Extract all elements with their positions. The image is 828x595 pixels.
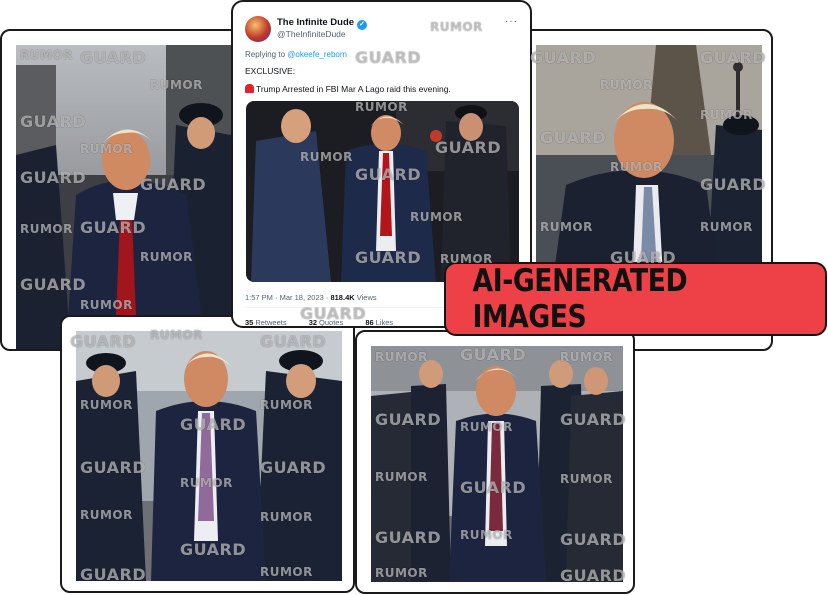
tweet-header: The Infinite Dude ✓ @TheInfiniteDude ··· <box>245 14 518 44</box>
views-label: Views <box>354 293 377 302</box>
image-card-bottom-right <box>355 330 635 594</box>
ai-generated-images-label: AI-GENERATED IMAGES <box>444 262 827 336</box>
image-card-bottom-left <box>60 315 355 593</box>
verified-badge-icon: ✓ <box>357 20 368 30</box>
reply-mention-link[interactable]: @okeefe_reborn <box>287 50 347 59</box>
timestamp-text[interactable]: 1:57 PM · Mar 18, 2023 · <box>245 293 330 302</box>
quotes-stat[interactable]: 32 Quotes <box>309 318 354 326</box>
ai-image-escort-crowd <box>371 346 623 582</box>
likes-stat[interactable]: 86 Likes <box>365 318 403 326</box>
image-card-top-left <box>0 29 240 351</box>
views-count: 818.4K <box>330 293 355 302</box>
more-options-icon[interactable]: ··· <box>505 16 518 27</box>
ai-image-arrest-walk <box>16 45 236 349</box>
tweet-text-headline: Trump Arrested in FBI Mar A Lago raid th… <box>256 84 451 94</box>
tweet-text-line2: Trump Arrested in FBI Mar A Lago raid th… <box>245 84 451 94</box>
ai-image-escort-left <box>76 331 342 581</box>
retweets-stat[interactable]: 35 Retweets <box>245 318 297 326</box>
siren-emoji-icon <box>245 84 254 93</box>
ai-image-portrait <box>536 45 762 295</box>
reply-prefix: Replying to <box>245 50 288 59</box>
badge-text: AI-GENERATED IMAGES <box>472 263 688 335</box>
tweet-timestamp: 1:57 PM · Mar 18, 2023 · 818.4K Views <box>245 293 377 302</box>
tweet-text-line1: EXCLUSIVE: <box>245 66 296 76</box>
avatar[interactable] <box>245 16 271 42</box>
reply-context: Replying to @okeefe_reborn <box>245 50 347 59</box>
tweet-engagement-stats: 35 Retweets 32 Quotes 86 Likes <box>245 318 413 326</box>
tweet-media-image[interactable] <box>246 101 519 282</box>
user-handle[interactable]: @TheInfiniteDude <box>277 29 346 39</box>
display-name[interactable]: The Infinite Dude <box>277 17 354 28</box>
